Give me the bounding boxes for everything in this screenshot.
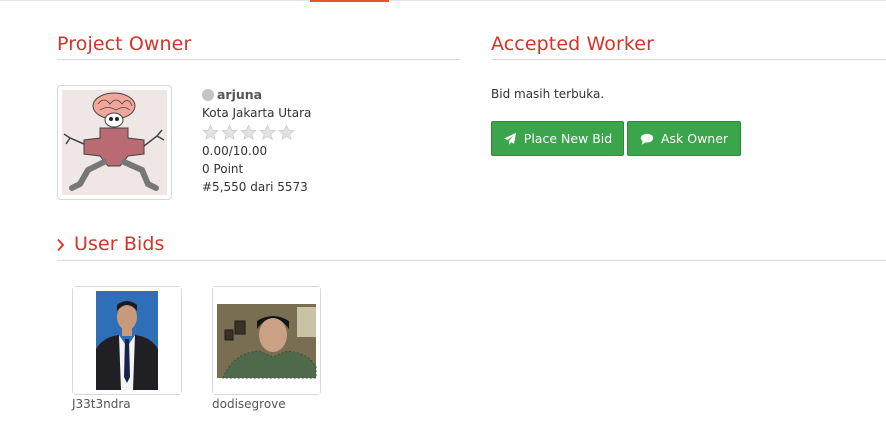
bidder-card[interactable] (212, 286, 321, 395)
owner-location: Kota Jakarta Utara (202, 106, 312, 121)
star-empty-icon (221, 124, 238, 141)
owner-avatar[interactable] (57, 85, 172, 200)
online-status-icon (202, 89, 214, 102)
accepted-worker-divider (491, 59, 886, 60)
owner-rating-score: 0.00/10.00 (202, 143, 268, 158)
star-empty-icon (259, 124, 276, 141)
user-bids-heading: User Bids (74, 233, 165, 255)
user-bids-divider (57, 260, 886, 261)
star-empty-icon (202, 124, 219, 141)
star-empty-icon (278, 124, 295, 141)
bidder-name[interactable]: dodisegrove (212, 397, 286, 411)
chat-bubble-icon (640, 133, 654, 145)
owner-rating-stars (202, 124, 311, 142)
project-owner-heading: Project Owner (57, 33, 192, 55)
owner-name-link[interactable]: arjuna (217, 86, 262, 104)
bidder-photo (213, 287, 320, 394)
bidder-card[interactable] (72, 286, 182, 395)
place-new-bid-button[interactable]: Place New Bid (491, 121, 624, 156)
bidder-photo (73, 287, 181, 394)
bid-status-text: Bid masih terbuka. (491, 87, 605, 101)
place-new-bid-label: Place New Bid (523, 131, 613, 146)
owner-name-row: arjuna (202, 86, 311, 104)
project-owner-divider (57, 59, 461, 60)
paper-plane-icon (503, 132, 516, 145)
owner-info: arjuna Kota Jakarta Utara 0.00/10.00 0 P… (202, 86, 311, 196)
chevron-right-icon (57, 238, 65, 252)
ask-owner-button[interactable]: Ask Owner (627, 121, 741, 156)
ask-owner-label: Ask Owner (660, 131, 729, 146)
bidder-name[interactable]: J33t3ndra (72, 397, 131, 411)
owner-avatar-image (62, 90, 167, 195)
owner-rank: #5,550 dari 5573 (202, 180, 308, 195)
star-empty-icon (240, 124, 257, 141)
owner-points: 0 Point (202, 161, 244, 176)
top-border (0, 0, 886, 1)
accepted-worker-heading: Accepted Worker (491, 33, 654, 55)
active-nav-tab-indicator (310, 0, 389, 2)
